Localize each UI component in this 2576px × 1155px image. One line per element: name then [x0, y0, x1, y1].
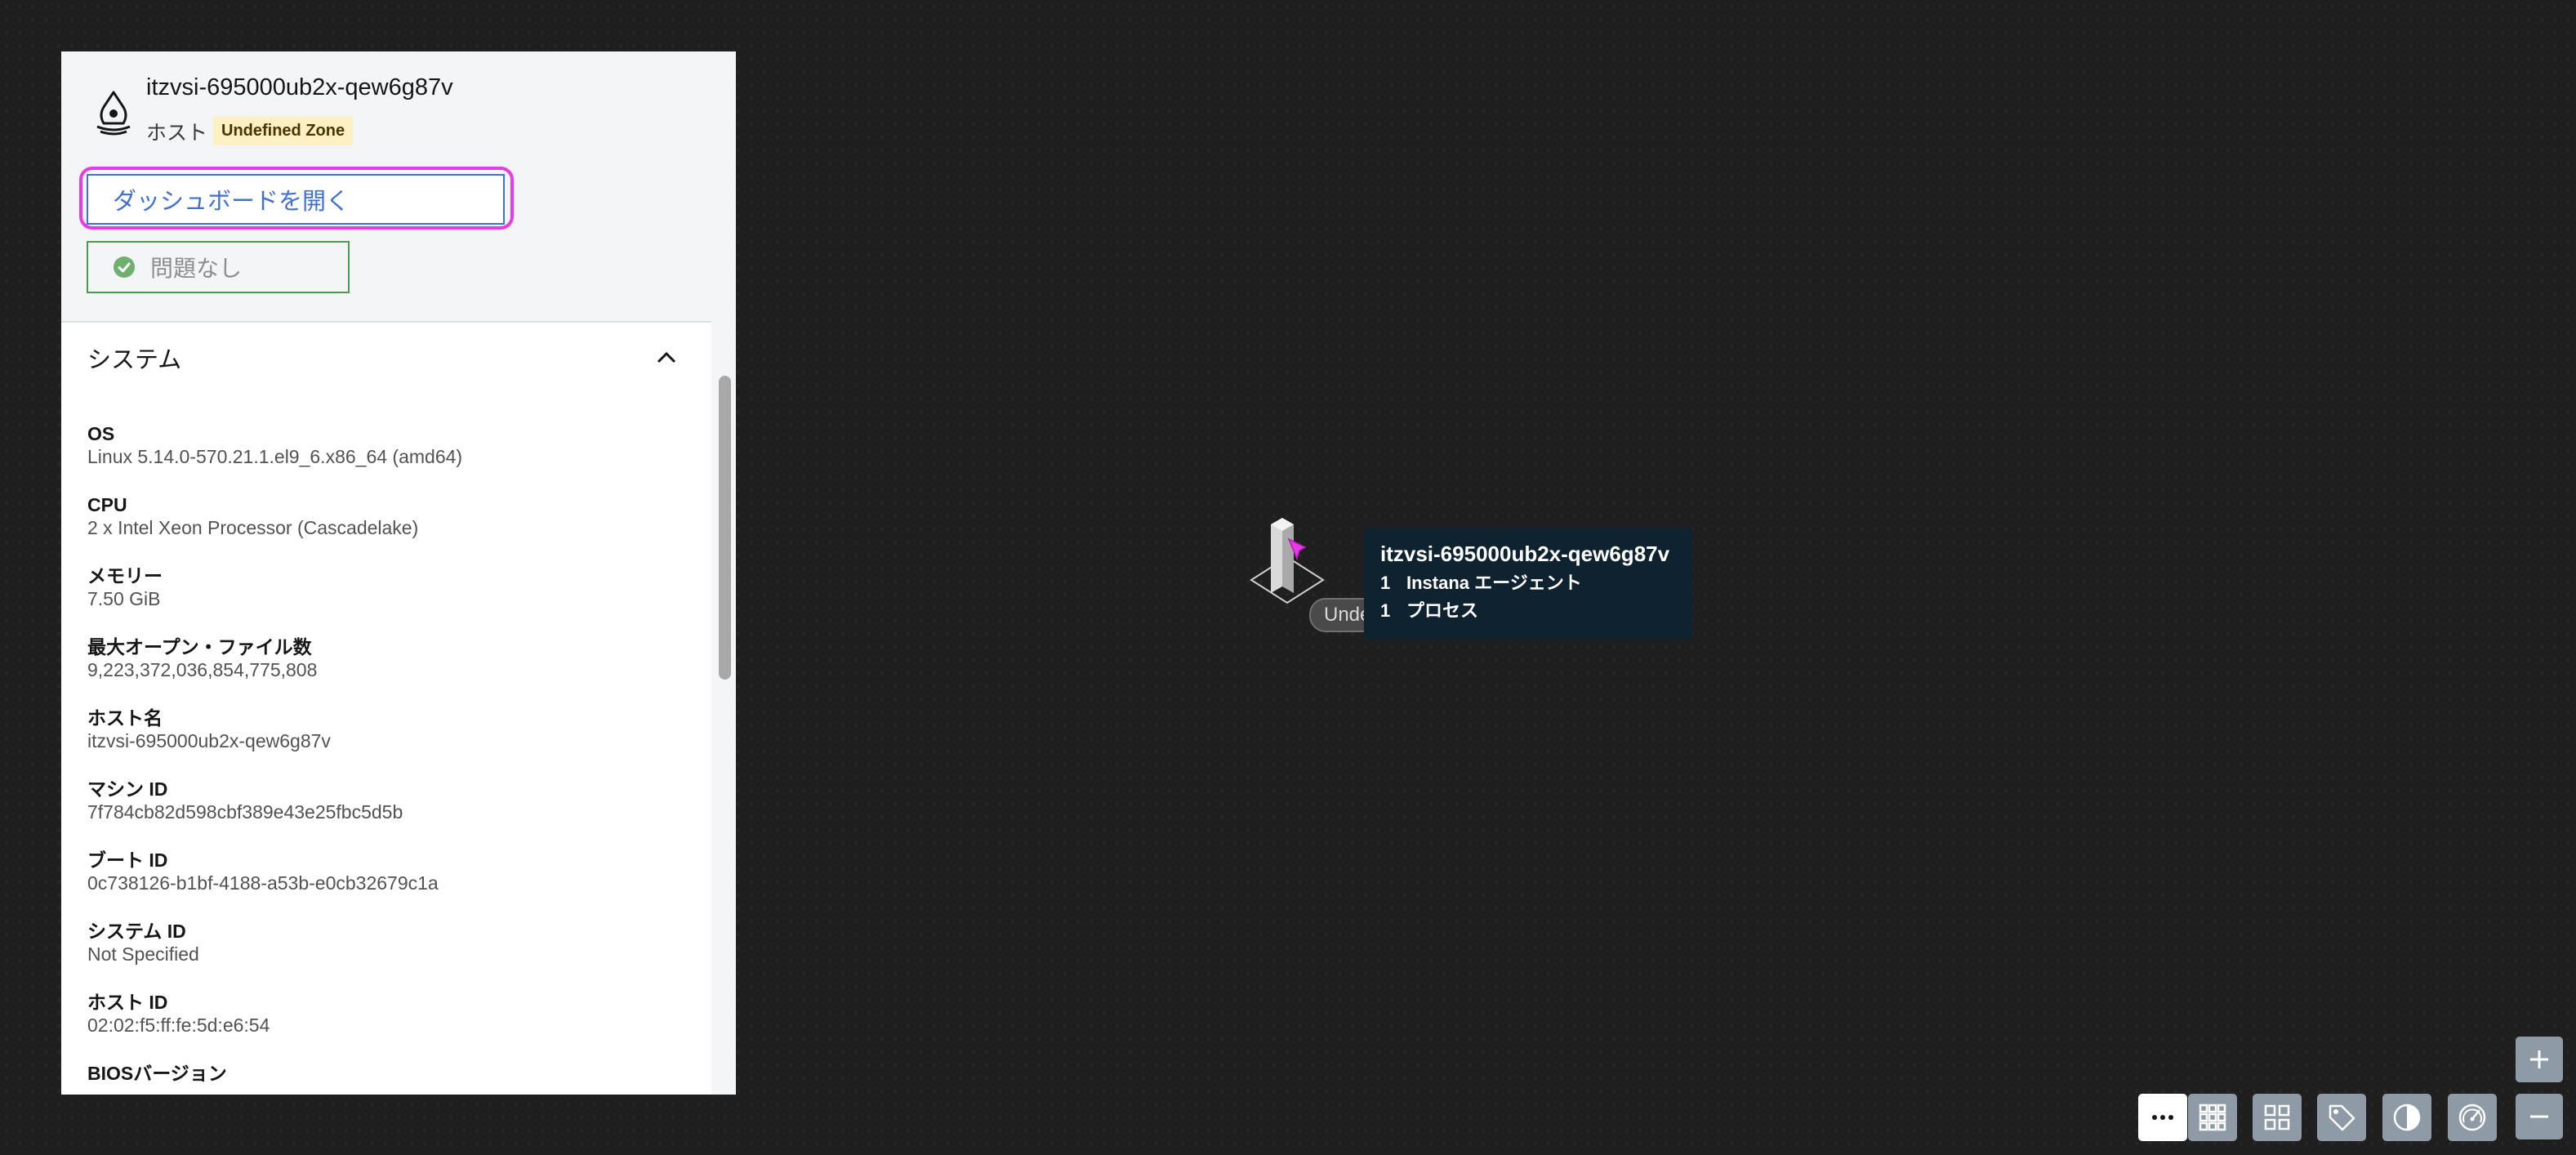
property-value: 0c738126-b1bf-4188-a53b-e0cb32679c1a — [87, 872, 439, 894]
property-list: OS Linux 5.14.0-570.21.1.el9_6.x86_64 (a… — [87, 422, 692, 1095]
more-options-icon — [2152, 1115, 2173, 1120]
tooltip-count: 1 — [1380, 573, 1391, 593]
tooltip-row-label: プロセス — [1406, 600, 1479, 621]
tooltip-row: 1 プロセス — [1380, 596, 1676, 622]
property-os: OS Linux 5.14.0-570.21.1.el9_6.x86_64 (a… — [87, 422, 692, 493]
node-tooltip: itzvsi-695000ub2x-qew6g87v 1 Instana エージェ… — [1364, 528, 1692, 640]
property-label: マシン ID — [87, 778, 168, 800]
property-value: 9,223,372,036,854,775,808 — [87, 659, 318, 680]
status-indicator: 問題なし — [87, 241, 350, 293]
checkmark-circle-icon — [114, 256, 135, 278]
scrollbar-thumb[interactable] — [719, 376, 731, 680]
property-hostname: ホスト名 itzvsi-695000ub2x-qew6g87v — [87, 707, 692, 778]
tooltip-title: itzvsi-695000ub2x-qew6g87v — [1380, 542, 1670, 566]
zoom-out-icon — [2530, 1115, 2548, 1118]
grid-large-icon — [2264, 1104, 2290, 1130]
property-label: CPU — [87, 494, 127, 515]
property-memory: メモリー 7.50 GiB — [87, 564, 692, 635]
tooltip-count: 1 — [1380, 600, 1391, 621]
tooltip-row-label: Instana エージェント — [1406, 573, 1582, 593]
zoom-in-icon — [2530, 1050, 2548, 1068]
property-value: 2 x Intel Xeon Processor (Cascadelake) — [87, 517, 419, 538]
status-label: 問題なし — [150, 256, 243, 281]
property-label: BIOSバージョン — [87, 1063, 227, 1084]
host-node-icon[interactable] — [1238, 515, 1336, 609]
host-icon — [96, 91, 131, 136]
tag-button[interactable] — [2317, 1094, 2366, 1141]
host-detail-panel: itzvsi-695000ub2x-qew6g87v ホスト Undefined… — [61, 51, 736, 1095]
gauge-icon — [2458, 1104, 2486, 1131]
zoom-in-button[interactable] — [2516, 1037, 2563, 1082]
property-host-id: ホスト ID 02:02:f5:ff:fe:5d:e6:54 — [87, 991, 692, 1062]
property-value: 7.50 GiB — [87, 588, 161, 609]
property-max-open-files: 最大オープン・ファイル数 9,223,372,036,854,775,808 — [87, 635, 692, 707]
zoom-out-button[interactable] — [2516, 1094, 2563, 1139]
gauge-button[interactable] — [2448, 1094, 2497, 1141]
property-value: Linux 5.14.0-570.21.1.el9_6.x86_64 (amd6… — [87, 446, 463, 467]
property-value: itzvsi-695000ub2x-qew6g87v — [87, 730, 331, 751]
grid-large-button[interactable] — [2253, 1094, 2302, 1141]
tooltip-row: 1 Instana エージェント — [1380, 569, 1676, 595]
property-label: メモリー — [87, 565, 163, 586]
property-label: 最大オープン・ファイル数 — [87, 636, 312, 658]
property-label: ブート ID — [87, 850, 168, 871]
host-type-label: ホスト — [146, 122, 208, 145]
property-bios-version: BIOSバージョン — [87, 1062, 692, 1095]
property-value: 7f784cb82d598cbf389e43e25fbc5d5b — [87, 801, 403, 823]
open-dashboard-button[interactable]: ダッシュボードを開く — [87, 174, 505, 225]
property-label: OS — [87, 423, 115, 444]
zone-badge: Undefined Zone — [213, 116, 354, 145]
property-system-id: システム ID Not Specified — [87, 920, 692, 991]
property-label: ホスト ID — [87, 992, 168, 1013]
chevron-up-icon[interactable] — [656, 347, 677, 368]
system-section: システム OS Linux 5.14.0-570.21.1.el9_6.x86_… — [61, 321, 711, 1095]
property-cpu: CPU 2 x Intel Xeon Processor (Cascadelak… — [87, 493, 692, 564]
property-label: ホスト名 — [87, 707, 163, 729]
section-title: システム — [87, 347, 182, 373]
property-value: 02:02:f5:ff:fe:5d:e6:54 — [87, 1015, 270, 1036]
grid-small-button[interactable] — [2188, 1094, 2237, 1141]
pie-icon — [2393, 1104, 2421, 1131]
pie-chart-button[interactable] — [2382, 1094, 2431, 1141]
more-options-button[interactable] — [2138, 1094, 2187, 1141]
grid-small-icon — [2199, 1104, 2226, 1131]
property-value: Not Specified — [87, 943, 199, 965]
property-boot-id: ブート ID 0c738126-b1bf-4188-a53b-e0cb32679… — [87, 849, 692, 920]
property-label: システム ID — [87, 921, 186, 942]
host-name: itzvsi-695000ub2x-qew6g87v — [146, 74, 453, 100]
property-machine-id: マシン ID 7f784cb82d598cbf389e43e25fbc5d5b — [87, 778, 692, 849]
tag-icon — [2329, 1104, 2355, 1131]
panel-header: itzvsi-695000ub2x-qew6g87v ホスト Undefined… — [61, 51, 736, 321]
